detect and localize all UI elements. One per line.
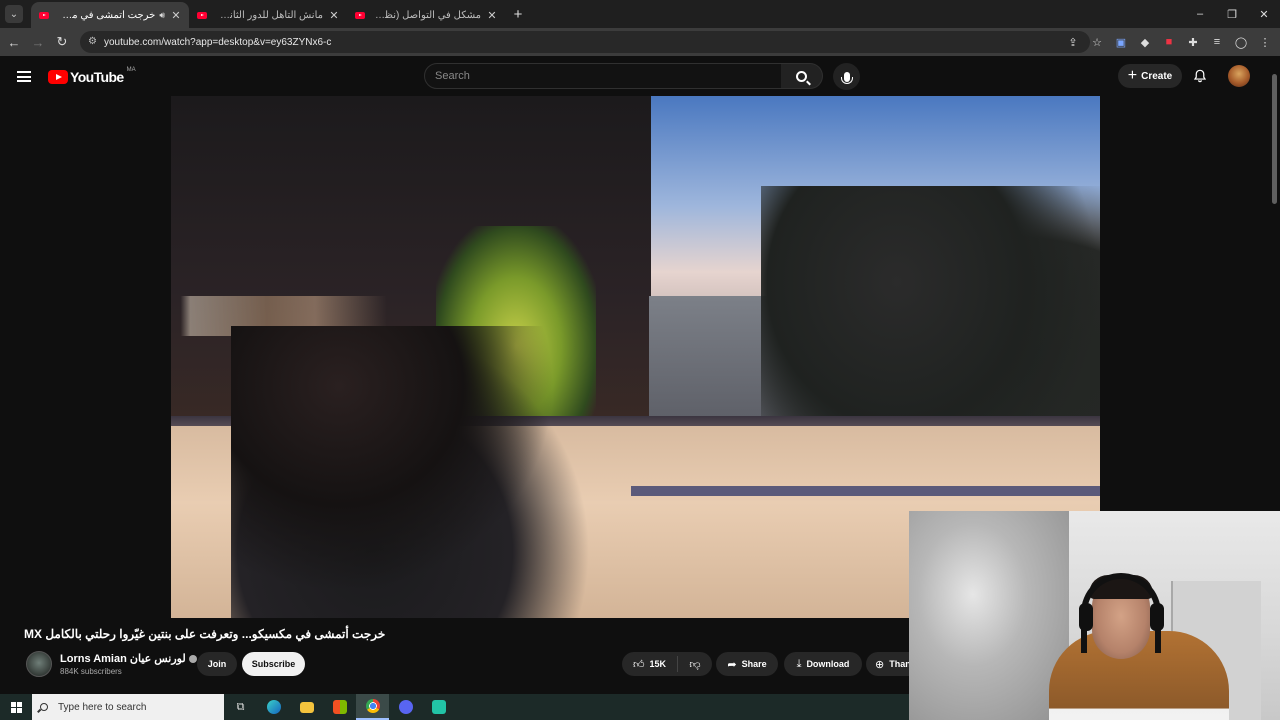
media-control-icon[interactable]: ≡ [1208, 33, 1226, 51]
create-label: Create [1141, 70, 1173, 82]
plus-icon: + [1127, 67, 1138, 84]
channel-avatar[interactable] [26, 651, 52, 677]
headset-icon [1081, 573, 1161, 653]
task-view-icon[interactable]: ⧉ [224, 694, 257, 720]
discord-icon[interactable] [389, 694, 422, 720]
taskbar-search-input[interactable]: Type here to search [32, 694, 224, 720]
like-dislike-group: 👍︎ 15K 👎︎ [622, 652, 712, 676]
youtube-favicon [39, 11, 49, 19]
bookmark-star-icon[interactable]: ☆ [1088, 33, 1106, 51]
translate-extension-icon[interactable]: ▣ [1112, 33, 1130, 51]
other-app-icon[interactable] [422, 694, 455, 720]
search-input[interactable]: Search [424, 63, 782, 89]
speaker-icon[interactable]: 🔊︎ [159, 10, 165, 21]
reload-icon[interactable]: ↻ [50, 34, 74, 50]
browser-toolbar: ← → ↻ ⚙︎ youtube.com/watch?app=desktop&v… [0, 28, 1280, 56]
webcam-overlay [909, 511, 1280, 720]
voice-search-button[interactable] [833, 63, 860, 90]
address-bar[interactable]: ⚙︎ youtube.com/watch?app=desktop&v=ey63Z… [80, 31, 1090, 53]
super-thanks-icon: ⊕ [875, 658, 885, 671]
youtube-wordmark: YouTube [70, 69, 124, 85]
video-title: خرجت أتمشى في مكسيكو... وتعرفت على بنتين… [24, 627, 386, 641]
restore-button[interactable]: ❐ [1216, 0, 1248, 28]
file-explorer-icon[interactable] [290, 694, 323, 720]
site-info-icon[interactable]: ⚙︎ [88, 36, 97, 47]
forward-icon[interactable]: → [26, 35, 50, 50]
browser-tab-3[interactable]: مشكل في التواصل (نظرية البراكين) ✕ [347, 2, 505, 28]
windows-logo-icon [10, 701, 22, 713]
subscribe-button[interactable]: Subscribe [242, 652, 305, 676]
share-label: Share [741, 659, 767, 669]
menu-icon[interactable] [17, 71, 31, 82]
youtube-logo[interactable]: YouTube MA [48, 67, 136, 85]
tab-search-button[interactable]: ⌄ [5, 5, 23, 23]
download-label: Download [806, 659, 850, 669]
close-icon[interactable]: ✕ [169, 9, 183, 22]
browser-tab-2[interactable]: مانش التأهل للدور الثاني؟ التشكيلة ✕ [189, 2, 347, 28]
headset-earcup-left [1079, 603, 1093, 631]
start-button[interactable] [0, 701, 32, 713]
toolbar-right: ⇪ ☆ ▣ ◆ ■ ✚ ≡ ◯ ⋮ [1064, 28, 1274, 56]
youtube-favicon [197, 11, 207, 19]
video-frame-person [231, 326, 591, 618]
download-icon: ⤓ [796, 657, 802, 670]
search-button[interactable] [781, 63, 823, 89]
dislike-button[interactable]: 👎︎ [678, 658, 712, 671]
share-button[interactable]: ➦ Share [716, 652, 778, 676]
extension-icon[interactable]: ◆ [1136, 33, 1154, 51]
chrome-icon[interactable] [356, 694, 389, 720]
back-icon[interactable]: ← [2, 35, 26, 50]
tab-title: خرجت أتمشى في مكسيكو... وتعرفت على بنتين… [57, 9, 156, 21]
close-icon[interactable]: ✕ [327, 9, 341, 22]
close-icon[interactable]: ✕ [485, 9, 499, 22]
window-controls: – ❐ ✕ [1184, 0, 1280, 28]
microphone-icon [840, 71, 853, 84]
webcam-wall-left [909, 511, 1069, 720]
account-avatar[interactable] [1228, 65, 1250, 87]
browser-menu-icon[interactable]: ⋮ [1256, 33, 1274, 51]
download-button[interactable]: ⤓ Download [784, 652, 862, 676]
search-icon [796, 70, 807, 82]
youtube-play-icon [48, 70, 68, 84]
windows-taskbar: Type here to search ⧉ [0, 694, 909, 720]
scrollbar-thumb[interactable] [1272, 74, 1277, 204]
video-frame-railing [631, 486, 1100, 496]
edge-icon[interactable] [257, 694, 290, 720]
screen: ⌄ خرجت أتمشى في مكسيكو... وتعرفت على بنت… [0, 0, 1280, 720]
like-count: 15K [649, 659, 666, 669]
youtube-header: YouTube MA Search + Create [0, 56, 1280, 96]
share-icon: ➦ [727, 658, 737, 671]
extensions-puzzle-icon[interactable]: ✚ [1184, 33, 1202, 51]
install-app-icon[interactable]: ⇪ [1064, 33, 1082, 51]
subscriber-count: 884K subscribers [60, 667, 122, 676]
extension-red-icon[interactable]: ■ [1160, 33, 1178, 51]
new-tab-button[interactable]: + [505, 6, 531, 23]
notifications-bell-icon[interactable] [1193, 69, 1207, 83]
minimize-button[interactable]: – [1184, 0, 1216, 28]
thumbs-down-icon: 👎︎ [689, 658, 701, 671]
profile-icon[interactable]: ◯ [1232, 33, 1250, 51]
url-text: youtube.com/watch?app=desktop&v=ey63ZYNx… [104, 36, 332, 48]
headset-earcup-right [1150, 603, 1164, 631]
store-icon[interactable] [323, 694, 356, 720]
like-button[interactable]: 👍︎ 15K [622, 656, 678, 672]
thumbs-up-icon: 👍︎ [632, 658, 645, 671]
search-icon [40, 703, 48, 711]
channel-name[interactable]: Lorns Amian لورنس عيان [60, 652, 197, 665]
tab-title: مشكل في التواصل (نظرية البراكين) [373, 9, 481, 21]
channel-name-text: Lorns Amian لورنس عيان [60, 653, 186, 665]
browser-tab-1[interactable]: خرجت أتمشى في مكسيكو... وتعرفت على بنتين… [31, 2, 189, 28]
create-button[interactable]: + Create [1118, 64, 1182, 88]
youtube-favicon [355, 11, 365, 19]
taskbar-search-placeholder: Type here to search [58, 701, 147, 713]
close-window-button[interactable]: ✕ [1248, 0, 1280, 28]
browser-tab-strip: ⌄ خرجت أتمشى في مكسيكو... وتعرفت على بنت… [0, 0, 1280, 28]
country-code: MA [126, 67, 136, 73]
join-button[interactable]: Join [197, 652, 237, 676]
tab-title: مانش التأهل للدور الثاني؟ التشكيلة [215, 9, 323, 21]
verified-icon [188, 655, 197, 663]
